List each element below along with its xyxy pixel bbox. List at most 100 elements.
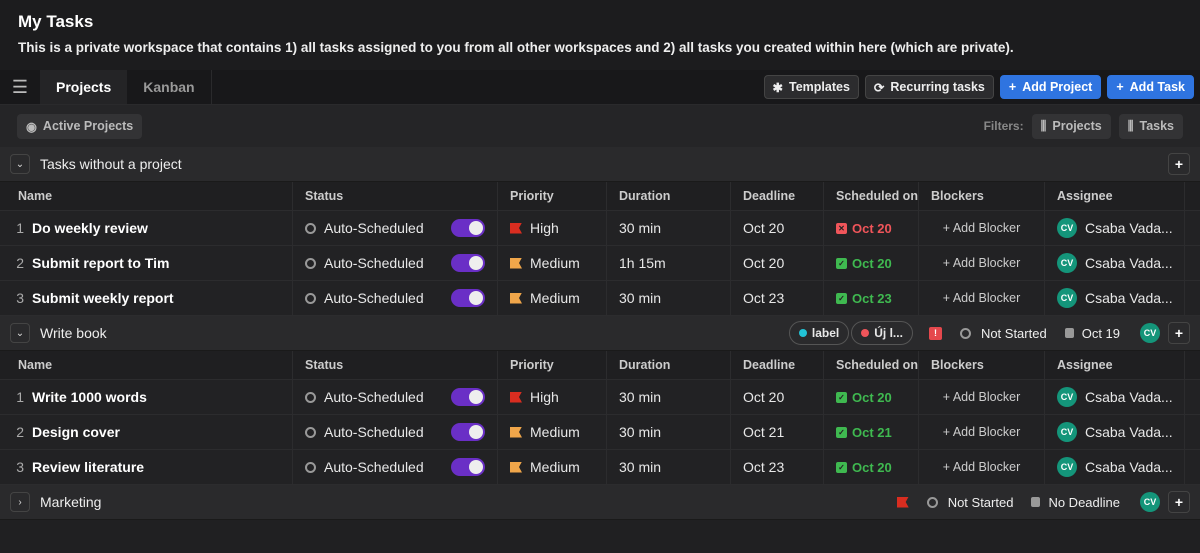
project-status[interactable]: Not Started (959, 326, 1047, 341)
priority-cell[interactable]: Medium (498, 281, 607, 315)
deadline-cell[interactable]: Oct 23 (731, 450, 824, 484)
tab-kanban[interactable]: Kanban (127, 70, 210, 104)
tab-projects[interactable]: Projects (40, 70, 128, 104)
priority-flag-icon[interactable] (896, 496, 909, 508)
column-header-deadline[interactable]: Deadline (731, 351, 824, 379)
active-projects-button[interactable]: ◉ Active Projects (17, 113, 143, 139)
duration-cell[interactable]: 30 min (607, 415, 731, 449)
add-blocker-button[interactable]: + Add Blocker (919, 246, 1045, 280)
task-name-cell[interactable]: 1 Write 1000 words (0, 380, 293, 414)
scheduled-cell[interactable]: ✓ Oct 21 (824, 415, 919, 449)
auto-schedule-toggle[interactable] (451, 458, 485, 476)
add-blocker-button[interactable]: + Add Blocker (919, 281, 1045, 315)
scheduled-cell[interactable]: ✓ Oct 20 (824, 450, 919, 484)
avatar[interactable]: CV (1140, 323, 1160, 343)
priority-cell[interactable]: Medium (498, 415, 607, 449)
filter-projects-button[interactable]: ⫼ Projects (1031, 113, 1111, 139)
duration-cell[interactable]: 1h 15m (607, 246, 731, 280)
project-status[interactable]: Not Started (926, 495, 1013, 510)
project-name[interactable]: Tasks without a project (40, 156, 1160, 172)
add-blocker-button[interactable]: + Add Blocker (919, 415, 1045, 449)
scheduled-cell[interactable]: ✓ Oct 20 (824, 380, 919, 414)
column-header-blockers[interactable]: Blockers (919, 351, 1045, 379)
column-header-assignee[interactable]: Assignee (1045, 351, 1185, 379)
column-header-name[interactable]: Name (0, 351, 293, 379)
assignee-cell[interactable]: CV Csaba Vada... (1045, 211, 1185, 245)
table-row[interactable]: 1 Do weekly review Auto-Scheduled High 30 mi… (0, 211, 1200, 246)
assignee-cell[interactable]: CV Csaba Vada... (1045, 450, 1185, 484)
urgent-priority-icon[interactable]: ! (928, 326, 942, 340)
status-cell[interactable]: Auto-Scheduled (293, 281, 498, 315)
add-blocker-button[interactable]: + Add Blocker (919, 380, 1045, 414)
task-name[interactable]: Write 1000 words (32, 389, 147, 405)
duration-cell[interactable]: 30 min (607, 380, 731, 414)
chevron-down-icon[interactable]: ⌄ (10, 323, 30, 343)
column-header-status[interactable]: Status (293, 351, 498, 379)
task-name-cell[interactable]: 1 Do weekly review (0, 211, 293, 245)
status-cell[interactable]: Auto-Scheduled (293, 246, 498, 280)
column-header-status[interactable]: Status (293, 182, 498, 210)
add-blocker-button[interactable]: + Add Blocker (919, 211, 1045, 245)
scheduled-cell[interactable]: ✕ Oct 20 (824, 211, 919, 245)
task-name[interactable]: Review literature (32, 459, 144, 475)
column-header-scheduled-on[interactable]: Scheduled on (824, 351, 919, 379)
assignee-cell[interactable]: CV Csaba Vada... (1045, 281, 1185, 315)
templates-button[interactable]: ✱ Templates (763, 75, 859, 99)
table-row[interactable]: 2 Design cover Auto-Scheduled Medium 30 min O… (0, 415, 1200, 450)
priority-cell[interactable]: Medium (498, 450, 607, 484)
deadline-cell[interactable]: Oct 20 (731, 380, 824, 414)
duration-cell[interactable]: 30 min (607, 281, 731, 315)
project-deadline[interactable]: No Deadline (1031, 495, 1120, 510)
column-header-duration[interactable]: Duration (607, 182, 731, 210)
column-header-name[interactable]: Name (0, 182, 293, 210)
status-cell[interactable]: Auto-Scheduled (293, 211, 498, 245)
deadline-cell[interactable]: Oct 21 (731, 415, 824, 449)
task-name[interactable]: Submit report to Tim (32, 255, 169, 271)
column-header-deadline[interactable]: Deadline (731, 182, 824, 210)
column-header-duration[interactable]: Duration (607, 351, 731, 379)
project-group-header[interactable]: ⌄ Write book label Új l...! Not Started Oct 1… (0, 316, 1200, 351)
recurring-tasks-button[interactable]: ⟳ Recurring tasks (864, 75, 994, 99)
add-blocker-button[interactable]: + Add Blocker (919, 450, 1045, 484)
status-cell[interactable]: Auto-Scheduled (293, 450, 498, 484)
assignee-cell[interactable]: CV Csaba Vada... (1045, 380, 1185, 414)
project-label[interactable]: label (788, 321, 850, 345)
column-header-blockers[interactable]: Blockers (919, 182, 1045, 210)
task-name[interactable]: Design cover (32, 424, 120, 440)
project-group-header[interactable]: › Marketing Not Started No Deadline CV + (0, 485, 1200, 520)
column-header-scheduled-on[interactable]: Scheduled on (824, 182, 919, 210)
project-name[interactable]: Write book (40, 325, 787, 341)
filter-tasks-button[interactable]: ⫼ Tasks (1118, 113, 1183, 139)
auto-schedule-toggle[interactable] (451, 388, 485, 406)
hamburger-menu-icon[interactable]: ☰ (0, 70, 40, 104)
priority-cell[interactable]: Medium (498, 246, 607, 280)
deadline-cell[interactable]: Oct 23 (731, 281, 824, 315)
add-task-button[interactable]: + Add Task (1107, 75, 1194, 99)
task-name[interactable]: Submit weekly report (32, 290, 174, 306)
table-row[interactable]: 3 Submit weekly report Auto-Scheduled Mediu… (0, 281, 1200, 316)
assignee-cell[interactable]: CV Csaba Vada... (1045, 415, 1185, 449)
auto-schedule-toggle[interactable] (451, 219, 485, 237)
table-row[interactable]: 3 Review literature Auto-Scheduled Medium 30… (0, 450, 1200, 485)
auto-schedule-toggle[interactable] (451, 423, 485, 441)
task-name-cell[interactable]: 2 Submit report to Tim (0, 246, 293, 280)
project-name[interactable]: Marketing (40, 494, 897, 510)
chevron-right-icon[interactable]: › (10, 492, 30, 512)
auto-schedule-toggle[interactable] (451, 289, 485, 307)
project-label[interactable]: Új l... (851, 321, 913, 345)
duration-cell[interactable]: 30 min (607, 211, 731, 245)
task-name-cell[interactable]: 2 Design cover (0, 415, 293, 449)
task-name[interactable]: Do weekly review (32, 220, 148, 236)
auto-schedule-toggle[interactable] (451, 254, 485, 272)
avatar[interactable]: CV (1140, 492, 1160, 512)
add-task-plus-button[interactable]: + (1168, 153, 1190, 175)
status-cell[interactable]: Auto-Scheduled (293, 415, 498, 449)
task-name-cell[interactable]: 3 Review literature (0, 450, 293, 484)
task-name-cell[interactable]: 3 Submit weekly report (0, 281, 293, 315)
duration-cell[interactable]: 30 min (607, 450, 731, 484)
column-header-priority[interactable]: Priority (498, 351, 607, 379)
add-task-plus-button[interactable]: + (1168, 322, 1190, 344)
scheduled-cell[interactable]: ✓ Oct 20 (824, 246, 919, 280)
table-row[interactable]: 1 Write 1000 words Auto-Scheduled High 30 mi… (0, 380, 1200, 415)
add-project-button[interactable]: + Add Project (999, 75, 1102, 99)
